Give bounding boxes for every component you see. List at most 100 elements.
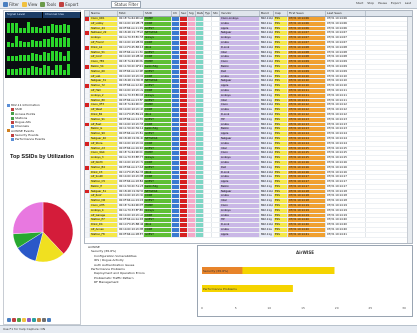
- ssid-filter-select[interactable]: Status Filter: [111, 0, 142, 8]
- pause-button[interactable]: Pause: [378, 1, 387, 5]
- table-cell: Intel: [220, 98, 260, 103]
- start-button[interactable]: Start: [356, 1, 363, 5]
- row-flag-cell: [85, 31, 90, 36]
- table-cell: Aruba: [220, 141, 260, 146]
- table-cell: ESS: [274, 117, 288, 122]
- grid-column-header[interactable]: Band: [260, 11, 274, 16]
- panel-tool-icon[interactable]: [37, 317, 41, 322]
- grid-column-header[interactable]: Sec: [180, 11, 188, 16]
- table-cell: 07/31 10:14:10: [326, 84, 366, 88]
- table-cell: NETGEAR: [144, 79, 172, 84]
- table-cell: 07/31 10:14:16: [288, 165, 326, 170]
- grid-column-header[interactable]: Cap: [274, 11, 288, 16]
- table-cell: [172, 112, 180, 117]
- table-row[interactable]: Station_F8 00:0F:66:AA:1B:E7 GUEST Apple 802…: [85, 232, 412, 238]
- meter-bar: [47, 26, 50, 33]
- grid-column-header[interactable]: Typ: [204, 11, 212, 16]
- panel-tool-icon[interactable]: [42, 317, 46, 322]
- table-cell: 00:0F:66:AA:14:70: [118, 117, 144, 122]
- grid-column-header[interactable]: Ch: [172, 11, 180, 16]
- grid-column-header[interactable]: First Seen: [288, 11, 326, 16]
- table-cell: [204, 232, 212, 237]
- app-icon: [3, 1, 8, 7]
- table-cell: [204, 21, 212, 26]
- table-cell: 07/31 10:14:19: [288, 208, 326, 213]
- table-cell: [212, 223, 220, 228]
- row-flag-cell: [85, 218, 90, 223]
- table-cell: CORP: [144, 55, 172, 60]
- table-cell: 07/31 10:14:09: [288, 64, 326, 69]
- row-flag-cell: [85, 175, 90, 180]
- tools-icon: [40, 1, 46, 7]
- table-cell: 802.11a: [260, 228, 274, 232]
- meter-bar: [19, 28, 22, 33]
- table-cell: 07/31 10:14:14: [326, 136, 366, 141]
- table-cell: [180, 98, 188, 103]
- table-cell: ESS: [274, 165, 288, 170]
- table-cell: [212, 60, 220, 64]
- grid-column-header[interactable]: Rate: [196, 11, 204, 16]
- meter-bar: [51, 37, 54, 47]
- grid-column-header[interactable]: Sig: [188, 11, 196, 16]
- panel-tool-icon[interactable]: [32, 317, 36, 322]
- panel-tool-icon[interactable]: [22, 317, 26, 322]
- table-cell: Cisco: [220, 151, 260, 156]
- panel-tool-icon[interactable]: [12, 317, 16, 322]
- table-cell: [180, 112, 188, 117]
- table-cell: [196, 64, 204, 69]
- table-cell: Belkin: [220, 184, 260, 189]
- meter-bar: [59, 64, 62, 75]
- table-cell: 802.11a: [260, 74, 274, 79]
- grid-column-header[interactable]: SSID: [144, 11, 172, 16]
- row-flag-cell: [85, 223, 90, 228]
- table-cell: [180, 165, 188, 170]
- table-cell: [196, 132, 204, 136]
- table-cell: [188, 223, 196, 228]
- table-cell: [172, 204, 180, 208]
- panel-tool-icon[interactable]: [17, 317, 21, 322]
- table-cell: [196, 141, 204, 146]
- status-bar: Use F1 for help Capture: ON: [0, 325, 417, 333]
- export-data-button[interactable]: Export: [391, 1, 401, 5]
- table-cell: 07/31 10:14:06: [326, 21, 366, 26]
- monitor-pane-channel[interactable]: Channel Use: [43, 12, 81, 18]
- grid-column-header[interactable]: Name: [90, 11, 118, 16]
- table-cell: [196, 175, 204, 180]
- toolbar-item-export[interactable]: Export: [59, 1, 78, 7]
- table-cell: 00:1E:7A:64:9D:B2: [118, 60, 144, 64]
- table-cell: 07/31 10:14:15: [326, 156, 366, 160]
- last-button[interactable]: Last: [405, 1, 411, 5]
- table-cell: 802.11g: [260, 132, 274, 136]
- grid-column-header[interactable]: MAC: [118, 11, 144, 16]
- vertical-scrollbar[interactable]: [407, 17, 412, 243]
- table-cell: [204, 184, 212, 189]
- monitor-pane-signal[interactable]: Signal Level: [5, 12, 43, 18]
- table-cell: 07/31 10:14:18: [288, 189, 326, 194]
- toolbar-item-view[interactable]: View: [21, 1, 37, 7]
- toolbar-item-file[interactable]: Filter: [3, 1, 19, 7]
- grid-column-header[interactable]: Last Seen: [326, 11, 366, 16]
- table-cell: 802.11b/g: [260, 17, 274, 21]
- panel-tool-icon[interactable]: [27, 317, 31, 322]
- panel-tool-icon[interactable]: [7, 317, 11, 322]
- grid-column-header[interactable]: Vendor: [220, 11, 260, 16]
- table-cell: ESS: [274, 17, 288, 21]
- pie-slice[interactable]: [12, 201, 44, 235]
- table-cell: [212, 103, 220, 108]
- airwise-tree-node[interactable]: RF Management: [86, 280, 206, 284]
- table-cell: [196, 170, 204, 175]
- ssid-pie-chart: [5, 164, 81, 315]
- table-cell: [180, 170, 188, 175]
- toolbar-item-tools[interactable]: Tools: [40, 1, 56, 7]
- table-cell: [188, 228, 196, 232]
- stop-button[interactable]: Stop: [367, 1, 374, 5]
- table-cell: Station_51: [90, 50, 118, 55]
- table-cell: 00:0F:66:AA:18:B4: [118, 180, 144, 184]
- meter-bar: [35, 40, 38, 47]
- table-cell: [212, 218, 220, 223]
- tree-node[interactable]: Performance Events: [6, 137, 80, 141]
- meter-bar: [19, 54, 22, 61]
- table-cell: Cisco_AH5: [90, 204, 118, 208]
- panel-tool-icon[interactable]: [47, 317, 51, 322]
- grid-column-header[interactable]: Stn: [212, 11, 220, 16]
